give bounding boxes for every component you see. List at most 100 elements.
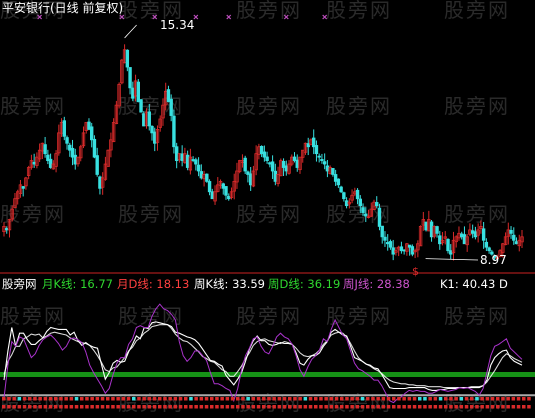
signal-square [522, 397, 526, 401]
signal-square [59, 397, 63, 401]
signal-square [241, 405, 245, 409]
signal-square [355, 405, 360, 409]
signal-square [366, 397, 370, 401]
signal-square [340, 397, 344, 401]
signal-square [158, 405, 162, 409]
signal-square [2, 405, 6, 409]
signal-square [324, 397, 328, 401]
signal-square [303, 397, 308, 401]
candle-body [429, 221, 434, 238]
signal-square [54, 405, 58, 409]
signal-square [449, 397, 453, 401]
signal-square [69, 405, 74, 409]
signal-square [194, 397, 198, 401]
candle-body [87, 121, 91, 130]
signal-square [168, 397, 172, 401]
signal-square [2, 397, 6, 401]
signal-square [116, 405, 120, 409]
candle-body [180, 153, 184, 161]
candle-body [169, 98, 173, 116]
candle-body [273, 170, 278, 182]
candle-body [473, 231, 478, 238]
signal-square [381, 397, 386, 401]
signal-square [241, 397, 245, 401]
candle-body [62, 120, 66, 137]
signal-square [132, 405, 136, 409]
candle-body [48, 158, 53, 168]
signal-square [158, 397, 162, 401]
signal-square [444, 397, 448, 401]
signal-square [28, 397, 32, 401]
signal-square [433, 397, 438, 401]
signal-square [272, 397, 276, 401]
signal-square [360, 405, 365, 409]
candle-body [268, 162, 272, 165]
candle-body [481, 228, 486, 241]
signal-square [246, 405, 250, 409]
signal-square [386, 397, 391, 401]
signal-square [527, 405, 531, 409]
candle-body [344, 200, 349, 207]
candle-body [21, 186, 25, 189]
signal-square [423, 405, 427, 409]
candle-body [136, 81, 140, 103]
candle-body [462, 234, 467, 245]
signal-square [397, 405, 401, 409]
signal-square [106, 397, 110, 401]
signal-square [418, 405, 422, 409]
signal-square [225, 397, 230, 401]
signal-square [163, 397, 167, 401]
signal-square [319, 397, 323, 401]
candle-body [399, 246, 404, 252]
candle-body [314, 145, 319, 155]
signal-square [121, 397, 126, 401]
watermark-text: 股旁网 [236, 202, 302, 226]
signal-square [215, 397, 219, 401]
watermark-text: 股旁网 [236, 0, 302, 22]
signal-square [111, 405, 115, 409]
k1-label: K1: 40.43 D [440, 277, 508, 291]
signal-square [178, 405, 183, 409]
signal-square [303, 405, 308, 409]
signal-square [64, 405, 68, 409]
signal-square [80, 405, 84, 409]
signal-square [475, 405, 479, 409]
signal-square [511, 405, 516, 409]
signal-square [262, 405, 266, 409]
candle-body [166, 89, 171, 103]
signal-square [236, 405, 240, 409]
signal-square [501, 405, 505, 409]
candle-body [70, 147, 75, 158]
signal-square [225, 405, 230, 409]
signal-square [132, 397, 136, 401]
signal-square [48, 397, 53, 401]
signal-square [126, 405, 131, 409]
signal-square [7, 397, 11, 401]
signal-square [69, 397, 74, 401]
signal-square [64, 397, 68, 401]
candle-body [383, 236, 387, 241]
watermark-text: 股旁网 [326, 94, 392, 118]
marker-cross-icon [226, 14, 232, 20]
candle-body [191, 159, 195, 161]
signal-square [355, 397, 360, 401]
candle-body [424, 221, 428, 231]
signal-square [204, 397, 209, 401]
signal-square [366, 405, 370, 409]
watermark-text: 股旁网 [326, 0, 392, 22]
signal-square [360, 397, 365, 401]
candle-body [512, 234, 516, 241]
signal-square [210, 397, 214, 401]
signal-square [490, 397, 495, 401]
signal-square [516, 405, 521, 409]
signal-square [444, 405, 448, 409]
candle-body [361, 207, 365, 213]
signal-square [418, 397, 422, 401]
candle-body [342, 192, 346, 200]
signal-square [324, 405, 328, 409]
signal-square [277, 397, 282, 401]
signal-square [33, 397, 37, 401]
signal-square [392, 405, 396, 409]
weekly-j-label: 周J线: 28.38 [343, 277, 410, 291]
signal-square [116, 397, 120, 401]
